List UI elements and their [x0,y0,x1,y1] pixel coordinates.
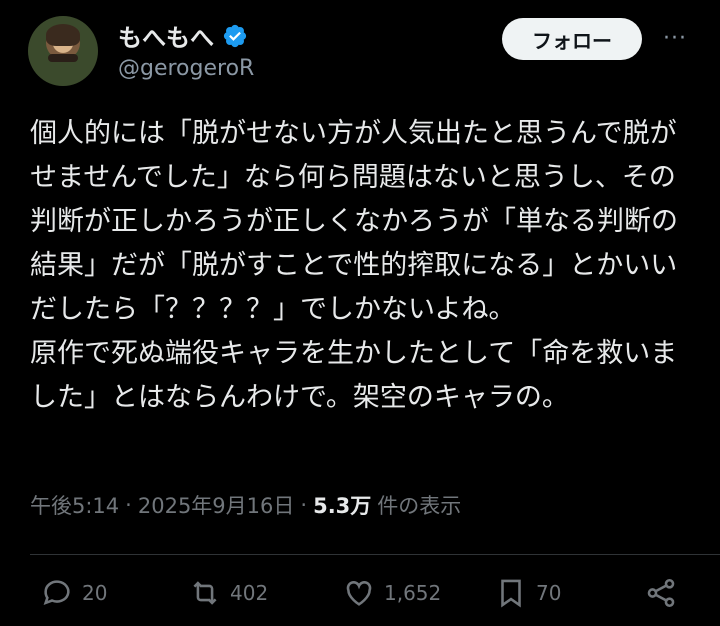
reply-icon [43,580,70,606]
heart-icon [346,581,372,606]
divider [30,554,720,555]
share-icon [647,578,675,608]
bookmark-button[interactable]: 70 [494,576,561,610]
tweet-meta: 午後5:14 · 2025年9月16日 · 5.3万 件の表示 [30,490,461,520]
follow-button[interactable]: フォロー [502,18,642,60]
like-button[interactable]: 1,652 [342,576,441,610]
action-bar: 20 402 1,652 70 [0,576,720,620]
post-time[interactable]: 午後5:14 [30,490,119,520]
verified-badge-icon [223,24,247,47]
bookmark-count: 70 [536,581,562,605]
post-date[interactable]: 2025年9月16日 [138,490,295,520]
tweet-text: 個人的には「脱がせない方が人気出たと思うんで脱がせませんでした」なら何ら問題はな… [30,118,678,413]
like-count: 1,652 [384,581,442,605]
display-name[interactable]: もへもへ [118,18,214,53]
retweet-icon [193,581,217,605]
reply-button[interactable]: 20 [40,576,107,610]
retweet-count: 402 [230,581,269,605]
avatar[interactable] [28,16,98,86]
share-button[interactable] [644,576,678,610]
author-row: もへもへ [118,18,248,53]
bookmark-icon [501,579,521,608]
more-options-icon[interactable]: ··· [660,24,690,54]
retweet-button[interactable]: 402 [188,576,268,610]
meta-separator: · [125,493,132,517]
reply-count: 20 [82,581,108,605]
view-count-label: 件の表示 [377,494,462,518]
user-handle[interactable]: @gerogeroR [118,56,254,81]
meta-separator: · [300,493,308,517]
view-count[interactable]: 5.3万 [313,490,371,520]
